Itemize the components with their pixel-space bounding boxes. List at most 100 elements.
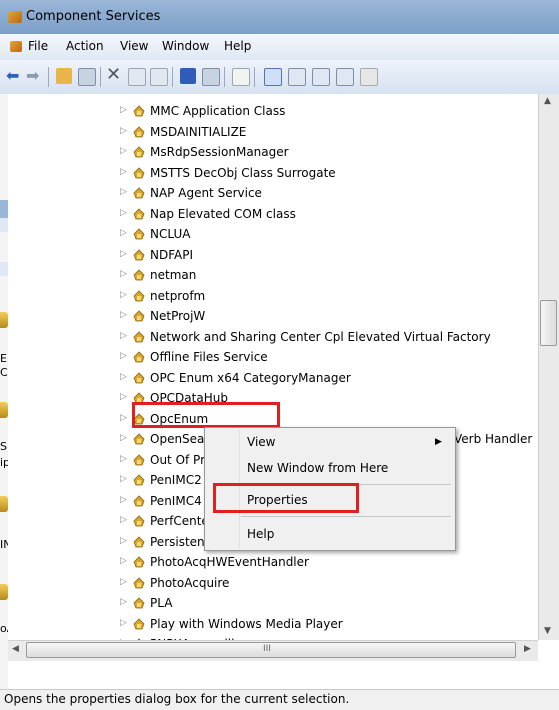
tree-item-label: PLA	[150, 596, 173, 610]
system-menu-icon[interactable]	[10, 41, 22, 52]
expand-arrow-icon[interactable]: ▷	[120, 269, 127, 279]
expand-arrow-icon[interactable]: ▷	[120, 290, 127, 300]
background-window	[0, 94, 8, 690]
com-component-icon	[133, 576, 145, 589]
details-icon[interactable]	[336, 68, 354, 86]
expand-arrow-icon[interactable]: ▷	[120, 310, 127, 320]
expand-arrow-icon[interactable]: ▷	[120, 515, 127, 525]
show-tree-icon[interactable]	[78, 68, 96, 86]
expand-arrow-icon[interactable]: ▷	[120, 577, 127, 587]
export-icon[interactable]	[232, 68, 250, 86]
expand-arrow-icon[interactable]: ▷	[120, 392, 127, 402]
properties-highlight-box	[213, 483, 359, 513]
horizontal-scroll-thumb[interactable]: III	[26, 642, 516, 658]
component-tree[interactable]: ▷ MMC Application Class ▷ MSDAINITIALIZE ▷ Ms…	[8, 94, 538, 640]
status-text: Opens the properties dialog box for the …	[4, 692, 350, 706]
list-icon[interactable]	[312, 68, 330, 86]
expand-arrow-icon[interactable]: ▷	[120, 228, 127, 238]
tree-item-label: MsRdpSessionManager	[150, 145, 289, 159]
com-component-icon	[133, 289, 145, 302]
expand-arrow-icon[interactable]: ▷	[120, 536, 127, 546]
expand-arrow-icon[interactable]: ▷	[120, 167, 127, 177]
tree-item-label: MSDAINITIALIZE	[150, 124, 247, 139]
back-icon[interactable]: ⬅	[6, 66, 19, 85]
tree-item-label: Offline Files Service	[150, 350, 268, 364]
com-component-icon	[133, 617, 145, 630]
tree-item-label: NetProjW	[150, 309, 206, 323]
background-window-toolbar	[0, 262, 8, 276]
menu-file[interactable]: File	[28, 39, 48, 53]
com-component-icon	[133, 433, 145, 445]
scroll-up-icon[interactable]: ▲	[544, 96, 551, 106]
menu-help[interactable]: Help	[224, 39, 251, 53]
com-component-icon	[133, 310, 145, 322]
com-component-icon	[133, 207, 145, 220]
background-window-icon	[0, 584, 8, 600]
context-menu-view[interactable]: View ▶	[205, 430, 455, 456]
context-menu-separator	[241, 516, 451, 517]
expand-arrow-icon[interactable]: ▷	[120, 249, 127, 259]
tree-item-label: MMC Application Class	[150, 104, 286, 118]
mmc-icon[interactable]	[202, 68, 220, 86]
large-icons-icon[interactable]	[264, 68, 282, 86]
delete-icon[interactable]: ✕	[106, 64, 121, 85]
expand-arrow-icon[interactable]: ▷	[120, 126, 127, 136]
expand-arrow-icon[interactable]: ▷	[120, 413, 127, 423]
component-icon[interactable]	[360, 68, 378, 86]
com-component-icon	[133, 453, 145, 466]
context-menu-view-label: View	[247, 435, 276, 449]
component-services-icon	[8, 11, 22, 23]
background-window-icon	[0, 312, 8, 328]
expand-arrow-icon[interactable]: ▷	[120, 597, 127, 607]
forward-icon[interactable]: ➡	[26, 66, 39, 85]
com-component-icon	[133, 166, 145, 179]
expand-arrow-icon[interactable]: ▷	[120, 208, 127, 218]
properties-icon[interactable]	[128, 68, 146, 86]
expand-arrow-icon[interactable]: ▷	[120, 454, 127, 464]
scroll-down-icon[interactable]: ▼	[544, 626, 551, 636]
background-window-icon	[0, 496, 8, 512]
tree-item-label: Network and Sharing Center Cpl Elevated …	[150, 329, 491, 344]
tree-item-label: PenIMC2	[150, 473, 202, 487]
expand-arrow-icon[interactable]: ▷	[120, 495, 127, 505]
expand-arrow-icon[interactable]: ▷	[120, 351, 127, 361]
expand-arrow-icon[interactable]: ▷	[120, 187, 127, 197]
com-component-icon	[133, 228, 145, 240]
expand-arrow-icon[interactable]: ▷	[120, 105, 127, 115]
expand-arrow-icon[interactable]: ▷	[120, 331, 127, 341]
com-component-icon	[133, 269, 145, 281]
com-component-icon	[133, 330, 145, 343]
background-window-label: S	[0, 440, 7, 453]
expand-arrow-icon[interactable]: ▷	[120, 372, 127, 382]
context-menu-new-window[interactable]: New Window from Here	[205, 456, 455, 482]
context-menu-help[interactable]: Help	[205, 522, 455, 548]
tree-item-label: Nap Elevated COM class	[150, 206, 296, 221]
menu-window[interactable]: Window	[162, 39, 209, 53]
tree-item-label-trailing: Verb Handler	[454, 432, 533, 446]
small-icons-icon[interactable]	[288, 68, 306, 86]
com-component-icon	[133, 535, 145, 548]
up-folder-icon[interactable]	[56, 68, 72, 84]
expand-arrow-icon[interactable]: ▷	[120, 556, 127, 566]
vertical-scroll-thumb[interactable]	[540, 300, 557, 346]
expand-arrow-icon[interactable]: ▷	[120, 146, 127, 156]
tree-item-label: Out Of Pr	[150, 452, 206, 467]
expand-arrow-icon[interactable]: ▷	[120, 474, 127, 484]
com-component-icon	[133, 515, 145, 527]
toolbar-separator	[100, 67, 101, 87]
expand-arrow-icon[interactable]: ▷	[120, 618, 127, 628]
menu-action[interactable]: Action	[66, 39, 104, 53]
tree-item-label: NDFAPI	[150, 247, 194, 262]
menu-view[interactable]: View	[120, 39, 148, 53]
vertical-scrollbar[interactable]: ▲ ▼	[538, 94, 559, 640]
toolbar-separator	[224, 67, 225, 87]
tree-item-label: PhotoAcqHWEventHandler	[150, 555, 309, 569]
com-component-icon	[133, 105, 145, 117]
scroll-right-icon[interactable]: ▶	[524, 644, 531, 654]
com-component-icon	[133, 597, 145, 609]
submenu-arrow-icon: ▶	[435, 437, 442, 447]
expand-arrow-icon[interactable]: ▷	[120, 433, 127, 443]
help-icon[interactable]	[180, 68, 196, 84]
scroll-left-icon[interactable]: ◀	[12, 644, 19, 654]
refresh-icon[interactable]	[150, 68, 168, 86]
